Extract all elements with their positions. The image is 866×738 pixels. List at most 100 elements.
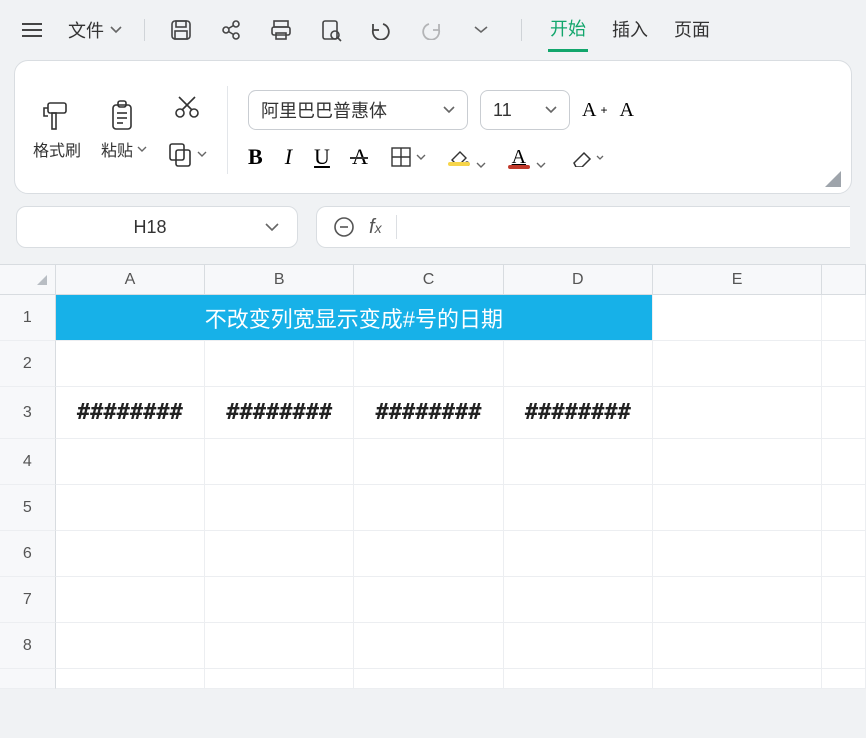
tab-page[interactable]: 页面 xyxy=(672,10,712,50)
cancel-icon[interactable] xyxy=(333,216,355,238)
ribbon-expand-icon[interactable] xyxy=(825,171,841,187)
italic-button[interactable]: I xyxy=(285,144,292,170)
menu-icon[interactable] xyxy=(18,16,46,44)
cell-E7[interactable] xyxy=(653,577,822,623)
cell-F5[interactable] xyxy=(822,485,866,531)
cell-C6[interactable] xyxy=(354,531,503,577)
cell-A4[interactable] xyxy=(56,439,205,485)
cell-A9[interactable] xyxy=(56,669,205,689)
cell-F6[interactable] xyxy=(822,531,866,577)
cell-D2[interactable] xyxy=(504,341,653,387)
strikethrough-button[interactable]: A xyxy=(352,144,368,170)
borders-button[interactable] xyxy=(390,146,426,168)
format-painter-button[interactable]: 格式刷 xyxy=(33,99,81,161)
paste-button[interactable]: 粘贴 xyxy=(101,99,147,161)
cell-A7[interactable] xyxy=(56,577,205,623)
select-all-corner[interactable] xyxy=(0,265,56,295)
formula-input[interactable] xyxy=(411,217,834,238)
cell-E2[interactable] xyxy=(653,341,822,387)
cell-D5[interactable] xyxy=(504,485,653,531)
name-box[interactable]: H18 xyxy=(16,206,298,248)
font-size-select[interactable]: 11 xyxy=(480,90,570,130)
cell-F1[interactable] xyxy=(822,295,866,341)
cell-E9[interactable] xyxy=(653,669,822,689)
cell-F9[interactable] xyxy=(822,669,866,689)
decrease-font-button[interactable]: A xyxy=(620,99,634,122)
cell-A6[interactable] xyxy=(56,531,205,577)
col-header-D[interactable]: D xyxy=(504,265,653,295)
cell-B6[interactable] xyxy=(205,531,354,577)
cell-F2[interactable] xyxy=(822,341,866,387)
formula-bar[interactable]: fx xyxy=(316,206,850,248)
fill-color-button[interactable] xyxy=(448,148,470,166)
cell-C3[interactable]: ######## xyxy=(354,387,503,439)
cell-B9[interactable] xyxy=(205,669,354,689)
cell-B5[interactable] xyxy=(205,485,354,531)
col-header-C[interactable]: C xyxy=(354,265,503,295)
cell-B8[interactable] xyxy=(205,623,354,669)
cell-A8[interactable] xyxy=(56,623,205,669)
cell-D3[interactable]: ######## xyxy=(504,387,653,439)
chevron-down-icon[interactable] xyxy=(476,162,486,168)
font-name-select[interactable]: 阿里巴巴普惠体 xyxy=(248,90,468,130)
redo-button[interactable] xyxy=(417,16,445,44)
cell-D9[interactable] xyxy=(504,669,653,689)
cell-C7[interactable] xyxy=(354,577,503,623)
cell-C5[interactable] xyxy=(354,485,503,531)
cell-E6[interactable] xyxy=(653,531,822,577)
cell-F3[interactable] xyxy=(822,387,866,439)
tab-insert[interactable]: 插入 xyxy=(610,10,650,50)
cell-F8[interactable] xyxy=(822,623,866,669)
col-header-E[interactable]: E xyxy=(653,265,822,295)
cell-E1[interactable] xyxy=(653,295,822,341)
cell-A2[interactable] xyxy=(56,341,205,387)
cell-E3[interactable] xyxy=(653,387,822,439)
row-header-5[interactable]: 5 xyxy=(0,485,56,531)
row-header-4[interactable]: 4 xyxy=(0,439,56,485)
increase-font-button[interactable]: A+ xyxy=(582,99,607,122)
row-header-3[interactable]: 3 xyxy=(0,387,56,439)
bold-button[interactable]: B xyxy=(248,144,263,170)
save-button[interactable] xyxy=(167,16,195,44)
cell-C8[interactable] xyxy=(354,623,503,669)
cell-A3[interactable]: ######## xyxy=(56,387,205,439)
underline-button[interactable]: U xyxy=(314,144,330,170)
print-preview-button[interactable] xyxy=(317,16,345,44)
cell-A1-merged[interactable]: 不改变列宽显示变成#号的日期 xyxy=(56,295,653,341)
col-header-extra[interactable] xyxy=(822,265,866,295)
chevron-down-icon[interactable] xyxy=(536,162,546,168)
cell-E8[interactable] xyxy=(653,623,822,669)
col-header-B[interactable]: B xyxy=(205,265,354,295)
cell-F7[interactable] xyxy=(822,577,866,623)
cell-A5[interactable] xyxy=(56,485,205,531)
row-header-1[interactable]: 1 xyxy=(0,295,56,341)
spreadsheet-grid[interactable]: A B C D E 1 不改变列宽显示变成#号的日期 2 3 ######## … xyxy=(0,264,866,689)
file-menu[interactable]: 文件 xyxy=(68,17,122,43)
cell-D7[interactable] xyxy=(504,577,653,623)
cell-D6[interactable] xyxy=(504,531,653,577)
copy-button[interactable] xyxy=(167,141,207,167)
cell-D8[interactable] xyxy=(504,623,653,669)
cell-F4[interactable] xyxy=(822,439,866,485)
row-header-9[interactable] xyxy=(0,669,56,689)
cut-button[interactable] xyxy=(173,93,201,121)
cell-B2[interactable] xyxy=(205,341,354,387)
cell-B4[interactable] xyxy=(205,439,354,485)
redo-dropdown[interactable] xyxy=(467,16,495,44)
cell-B7[interactable] xyxy=(205,577,354,623)
tab-start[interactable]: 开始 xyxy=(548,9,588,52)
row-header-7[interactable]: 7 xyxy=(0,577,56,623)
col-header-A[interactable]: A xyxy=(56,265,205,295)
print-button[interactable] xyxy=(267,16,295,44)
cell-C9[interactable] xyxy=(354,669,503,689)
eraser-button[interactable] xyxy=(568,147,604,167)
cell-C4[interactable] xyxy=(354,439,503,485)
cell-C2[interactable] xyxy=(354,341,503,387)
share-button[interactable] xyxy=(217,16,245,44)
row-header-8[interactable]: 8 xyxy=(0,623,56,669)
cell-D4[interactable] xyxy=(504,439,653,485)
font-color-button[interactable]: A xyxy=(508,146,530,169)
undo-button[interactable] xyxy=(367,16,395,44)
cell-E5[interactable] xyxy=(653,485,822,531)
cell-B3[interactable]: ######## xyxy=(205,387,354,439)
